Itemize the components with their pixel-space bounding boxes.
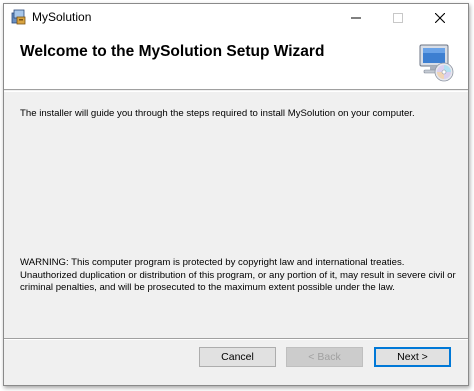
- maximize-button[interactable]: [377, 4, 418, 31]
- copyright-warning-text: WARNING: This computer program is protec…: [20, 257, 456, 293]
- close-icon: [434, 12, 445, 23]
- footer-divider-highlight: [4, 339, 468, 340]
- banner-divider: [4, 91, 468, 92]
- minimize-button[interactable]: [335, 4, 376, 31]
- close-button[interactable]: [419, 4, 460, 31]
- maximize-icon: [392, 12, 403, 23]
- window-title: MySolution: [32, 10, 92, 24]
- wizard-banner: Welcome to the MySolution Setup Wizard: [4, 31, 468, 90]
- computer-cd-icon: [419, 44, 454, 82]
- cancel-button[interactable]: Cancel: [199, 347, 276, 367]
- setup-window: MySolution Welcome to the MySolution Set…: [3, 3, 469, 386]
- title-bar[interactable]: MySolution: [4, 4, 468, 31]
- installer-app-icon: [11, 9, 26, 25]
- minimize-icon: [350, 17, 361, 18]
- page-title: Welcome to the MySolution Setup Wizard: [20, 43, 325, 60]
- next-button[interactable]: Next >: [374, 347, 451, 367]
- back-button[interactable]: < Back: [286, 347, 363, 367]
- intro-text: The installer will guide you through the…: [20, 108, 415, 119]
